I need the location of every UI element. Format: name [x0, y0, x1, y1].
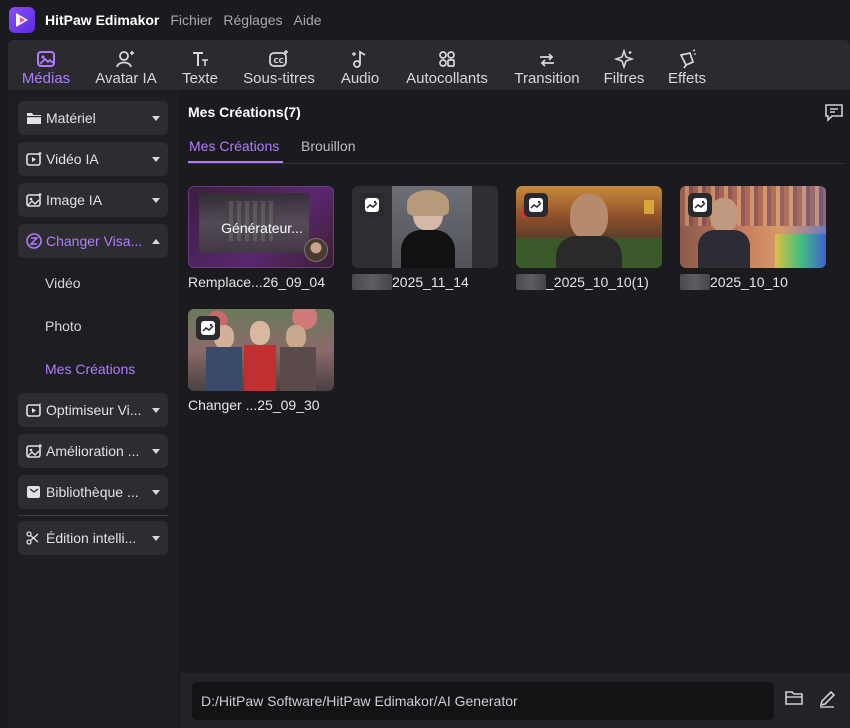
subtitles-icon: CC [268, 43, 290, 69]
chevron-down-icon [152, 407, 160, 413]
sidebar-subitem-mes-creations[interactable]: Mes Créations [45, 361, 135, 377]
sidebar-item-bibliotheque[interactable]: Bibliothèque ... [18, 475, 168, 509]
audio-icon [350, 43, 370, 69]
creation-card[interactable]: Changer ...25_09_30 [188, 309, 334, 413]
transition-icon [536, 43, 558, 69]
face-swap-icon [26, 233, 42, 249]
card-caption: 2025_10_10 [710, 274, 788, 290]
chevron-down-icon [152, 197, 160, 203]
tab-mes-creations[interactable]: Mes Créations [189, 138, 279, 154]
main-toolbar: Médias Avatar IA Texte CC Sous-titres Au… [8, 40, 850, 90]
output-path-field[interactable]: D:/HitPaw Software/HitPaw Edimakor/AI Ge… [192, 682, 774, 720]
card-caption: _2025_10_10(1) [546, 274, 649, 290]
blurred-text [352, 274, 392, 290]
chevron-down-icon [152, 489, 160, 495]
blurred-text [680, 274, 710, 290]
page-title: Mes Créations(7) [188, 104, 301, 120]
chevron-down-icon [152, 448, 160, 454]
creation-thumbnail: Générateur... [188, 186, 334, 268]
image-ai-icon [26, 192, 42, 208]
tab-transition[interactable]: Transition [511, 40, 583, 90]
sidebar-item-amelioration[interactable]: Amélioration ... [18, 434, 168, 468]
menu-aide[interactable]: Aide [294, 12, 322, 28]
svg-text:CC: CC [274, 57, 284, 65]
image-type-icon [196, 316, 220, 340]
creation-card[interactable]: 2025_11_14 [352, 186, 498, 290]
tab-filtres[interactable]: Filtres [601, 40, 647, 90]
card-overlay-label: Générateur... [221, 220, 303, 236]
feedback-icon[interactable] [824, 102, 844, 125]
chevron-down-icon [152, 535, 160, 541]
creations-tabs: Mes Créations Brouillon [188, 136, 844, 164]
app-logo-icon [9, 7, 35, 33]
sidebar-subitem-photo[interactable]: Photo [45, 318, 82, 334]
menu-fichier[interactable]: Fichier [170, 12, 212, 28]
video-ai-icon [26, 151, 42, 167]
smart-edit-icon [26, 530, 42, 546]
creation-card[interactable]: Générateur... Remplace...26_09_04 [188, 186, 334, 290]
menu-reglages[interactable]: Réglages [223, 12, 282, 28]
video-optimizer-icon [26, 402, 42, 418]
creation-thumbnail [680, 186, 826, 268]
sidebar-item-image-ia[interactable]: Image IA [18, 183, 168, 217]
sidebar-divider [18, 515, 168, 516]
card-caption: Remplace...26_09_04 [188, 274, 325, 290]
footer-bar: D:/HitPaw Software/HitPaw Edimakor/AI Ge… [180, 673, 850, 728]
chevron-up-icon [152, 238, 160, 244]
edit-pencil-icon[interactable] [817, 689, 837, 712]
sidebar-item-edition-intelligente[interactable]: Édition intelli... [18, 521, 168, 555]
tab-avatar-ia[interactable]: Avatar IA [93, 40, 159, 90]
image-type-icon [360, 193, 384, 217]
image-type-icon [524, 193, 548, 217]
card-caption: 2025_11_14 [392, 274, 469, 290]
blurred-text [516, 274, 546, 290]
sidebar: Matériel Vidéo IA Image IA Changer Visa.… [8, 90, 178, 728]
media-icon [36, 43, 56, 69]
chevron-down-icon [152, 156, 160, 162]
tab-audio[interactable]: Audio [337, 40, 383, 90]
app-name: HitPaw Edimakor [45, 12, 160, 28]
creation-thumbnail [516, 186, 662, 268]
creation-thumbnail [188, 309, 334, 391]
stickers-icon [437, 43, 457, 69]
creation-card[interactable]: _2025_10_10(1) [516, 186, 662, 290]
enhance-icon [26, 443, 42, 459]
text-icon [190, 43, 210, 69]
image-type-icon [688, 193, 712, 217]
sidebar-item-optimiseur-video[interactable]: Optimiseur Vi... [18, 393, 168, 427]
avatar-icon [115, 43, 137, 69]
tab-sous-titres[interactable]: CC Sous-titres [240, 40, 318, 90]
tab-autocollants[interactable]: Autocollants [401, 40, 493, 90]
active-tab-indicator [188, 161, 283, 163]
tab-texte[interactable]: Texte [180, 40, 220, 90]
creation-thumbnail [352, 186, 498, 268]
sidebar-item-changer-visage[interactable]: Changer Visa... [18, 224, 168, 258]
sidebar-subitem-video[interactable]: Vidéo [45, 275, 81, 291]
library-icon [26, 484, 42, 500]
tab-brouillon[interactable]: Brouillon [301, 138, 355, 154]
tab-effets[interactable]: Effets [664, 40, 710, 90]
sidebar-item-video-ia[interactable]: Vidéo IA [18, 142, 168, 176]
creation-card[interactable]: 2025_10_10 [680, 186, 826, 290]
tab-medias[interactable]: Médias [18, 40, 74, 90]
open-folder-icon[interactable] [784, 689, 804, 710]
title-bar: HitPaw Edimakor Fichier Réglages Aide [0, 0, 850, 40]
sidebar-item-materiel[interactable]: Matériel [18, 101, 168, 135]
chevron-down-icon [152, 115, 160, 121]
card-caption: Changer ...25_09_30 [188, 397, 320, 413]
folder-icon [26, 110, 42, 126]
avatar [304, 238, 328, 262]
effects-icon [677, 43, 697, 69]
main-panel: Mes Créations(7) Mes Créations Brouillon… [180, 90, 850, 673]
filters-icon [614, 43, 634, 69]
